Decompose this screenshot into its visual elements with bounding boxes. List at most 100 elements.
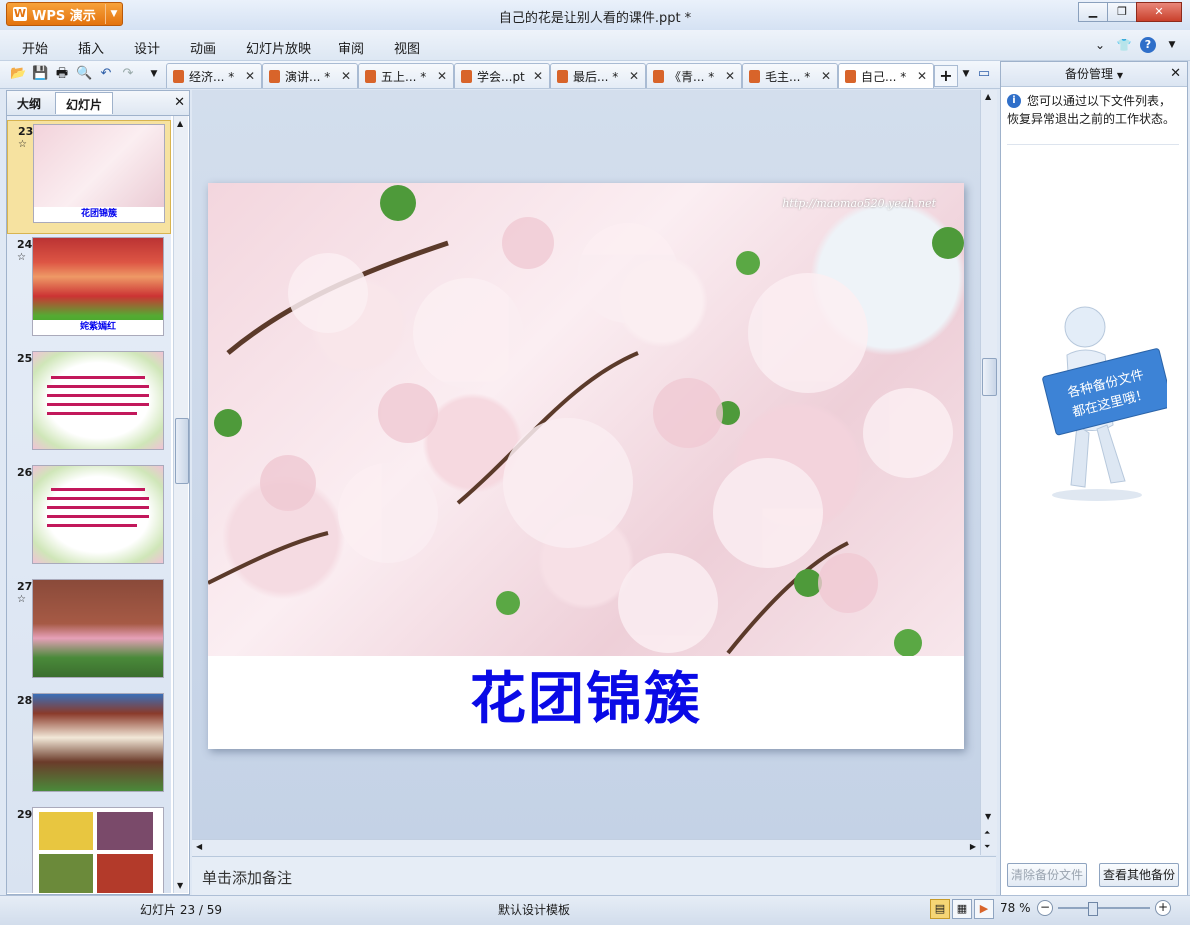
slide-thumbnail[interactable]: 26 (7, 462, 171, 576)
scrollbar-thumb[interactable] (982, 358, 997, 396)
cherry-blossom-photo[interactable]: http://maomao520.yeah.net (208, 183, 964, 656)
blossom-branches-graphic (208, 185, 964, 656)
help-icon[interactable]: ? (1140, 37, 1156, 53)
doc-tab[interactable]: 学会...pt ✕ (454, 63, 550, 88)
slide-sorter-view-icon[interactable]: ▦ (952, 899, 972, 919)
doc-tab[interactable]: 经济... * ✕ (166, 63, 262, 88)
print-preview-icon[interactable]: 🔍 (76, 66, 92, 82)
doc-tab[interactable]: 最后... * ✕ (550, 63, 646, 88)
scroll-up-icon[interactable]: ▲ (177, 119, 183, 128)
slide-title[interactable]: 花团锦簇 (208, 656, 964, 749)
window-controls: ▁ ❐ ✕ (1078, 2, 1182, 22)
previous-slide-icon[interactable]: ⏶ (984, 828, 990, 838)
slide-thumbnail-image (32, 579, 164, 678)
redo-icon[interactable]: ↷ (120, 66, 136, 82)
doc-tab-active[interactable]: 自己... * ✕ (838, 63, 934, 88)
backup-info-text: 您可以通过以下文件列表，恢复异常退出之前的工作状态。 (1007, 94, 1176, 126)
tab-slides[interactable]: 幻灯片 (55, 92, 114, 114)
menu-view[interactable]: 视图 (394, 38, 420, 57)
slideshow-view-icon[interactable]: ▶ (974, 899, 994, 919)
zoom-in-icon[interactable]: + (1155, 900, 1171, 916)
slide-thumbnail[interactable]: 25 (7, 348, 171, 462)
open-folder-icon[interactable]: 📂 (10, 66, 26, 82)
slide-number: 29 (17, 808, 33, 821)
slide-thumbnail-image (32, 693, 164, 792)
notes-pane[interactable]: 单击添加备注 (192, 856, 996, 895)
close-tab-icon[interactable]: ✕ (341, 69, 351, 83)
doc-tab-label: 演讲... * (285, 69, 331, 84)
notes-placeholder[interactable]: 单击添加备注 (202, 867, 292, 888)
close-pane-icon[interactable]: ✕ (1170, 62, 1181, 86)
menu-insert[interactable]: 插入 (78, 38, 104, 57)
close-tab-icon[interactable]: ✕ (629, 69, 639, 83)
backup-pane-title[interactable]: 备份管理 (1065, 67, 1113, 81)
doc-tab-label: 毛主... * (765, 69, 811, 84)
slides-scrollbar[interactable]: ▲ ▼ (173, 116, 189, 893)
tab-outline[interactable]: 大纲 (17, 95, 41, 112)
photo-grid-graphic (39, 812, 153, 893)
doc-tab[interactable]: 《青... * ✕ (646, 63, 742, 88)
task-pane-toggle-icon[interactable]: ▭ (976, 66, 992, 82)
backup-file-list[interactable]: 各种备份文件 都在这里哦！ (1007, 144, 1179, 858)
normal-view-icon[interactable]: ▤ (930, 899, 950, 919)
slide-canvas[interactable]: http://maomao520.yeah.net 花团锦簇 (208, 183, 964, 749)
menu-home[interactable]: 开始 (22, 38, 48, 57)
slide-thumbnail-image (32, 351, 164, 450)
zoom-slider-knob[interactable] (1088, 902, 1099, 916)
slide-thumbnail[interactable]: 27 ☆ (7, 576, 171, 690)
chevron-down-icon[interactable]: ▼ (1117, 71, 1123, 80)
scroll-up-icon[interactable]: ▲ (985, 92, 991, 101)
zoom-out-icon[interactable]: − (1037, 900, 1053, 916)
doc-tab[interactable]: 毛主... * ✕ (742, 63, 838, 88)
doc-tab[interactable]: 五上... * ✕ (358, 63, 454, 88)
tab-list-chevron-icon[interactable]: ▼ (958, 66, 974, 82)
menu-review[interactable]: 审阅 (338, 38, 364, 57)
slide-editor: http://maomao520.yeah.net 花团锦簇 ▲ ▼ ⏶ ⏷ ◀… (192, 90, 997, 856)
menu-animation[interactable]: 动画 (190, 38, 216, 57)
minimize-button[interactable]: ▁ (1078, 2, 1108, 22)
chevron-down-icon[interactable]: ▼ (1164, 37, 1180, 53)
slide-thumbnail[interactable]: 29 (7, 804, 171, 893)
close-tab-icon[interactable]: ✕ (437, 69, 447, 83)
editor-horizontal-scrollbar[interactable]: ◀ ▶ (192, 839, 980, 856)
close-tab-icon[interactable]: ✕ (725, 69, 735, 83)
save-icon[interactable]: 💾 (32, 66, 48, 82)
zoom-slider[interactable] (1058, 902, 1150, 916)
close-tab-icon[interactable]: ✕ (245, 69, 255, 83)
close-tab-icon[interactable]: ✕ (917, 69, 927, 83)
scroll-right-icon[interactable]: ▶ (970, 842, 976, 851)
customize-toolbar-icon[interactable]: ▼ (146, 66, 162, 82)
scroll-down-icon[interactable]: ▼ (177, 881, 183, 890)
view-other-backups-button[interactable]: 查看其他备份 (1099, 863, 1179, 887)
undo-icon[interactable]: ↶ (98, 66, 114, 82)
slide-thumbnail[interactable]: 28 (7, 690, 171, 804)
editor-vertical-scrollbar[interactable]: ▲ ▼ ⏶ ⏷ (980, 90, 997, 855)
new-tab-button[interactable]: + (934, 65, 958, 87)
menu-bar: 开始 插入 设计 动画 幻灯片放映 审阅 视图 ⌄ 👕 ? ▼ (0, 30, 1190, 61)
close-tab-icon[interactable]: ✕ (533, 69, 543, 83)
menu-slideshow[interactable]: 幻灯片放映 (246, 38, 311, 57)
menu-design[interactable]: 设计 (134, 38, 160, 57)
restore-button[interactable]: ❐ (1107, 2, 1137, 22)
scroll-left-icon[interactable]: ◀ (196, 842, 202, 851)
collapse-ribbon-icon[interactable]: ⌄ (1092, 37, 1108, 53)
print-icon[interactable]: 🖶 (54, 66, 70, 82)
ppt-file-icon (173, 69, 184, 83)
slide-thumbnail-caption: 姹紫嫣红 (33, 320, 163, 335)
doc-tab[interactable]: 演讲... * ✕ (262, 63, 358, 88)
ppt-file-icon (365, 69, 376, 83)
scrollbar-thumb[interactable] (175, 418, 189, 484)
close-pane-icon[interactable]: ✕ (174, 95, 185, 110)
clear-backup-button[interactable]: 清除备份文件 (1007, 863, 1087, 887)
skin-shirt-icon[interactable]: 👕 (1116, 37, 1132, 53)
slide-number: 27 (17, 580, 33, 593)
slide-thumbnail[interactable]: 23 ☆ 花团锦簇 (7, 120, 171, 234)
close-window-button[interactable]: ✕ (1136, 2, 1182, 22)
scroll-down-icon[interactable]: ▼ (985, 812, 991, 821)
slide-thumbnail-image: 姹紫嫣红 (32, 237, 164, 336)
slide-thumbnail[interactable]: 24 ☆ 姹紫嫣红 (7, 234, 171, 348)
close-tab-icon[interactable]: ✕ (821, 69, 831, 83)
design-template-label[interactable]: 默认设计模板 (498, 901, 570, 918)
slides-pane: 大纲 幻灯片 ✕ 23 ☆ 花团锦簇 24 ☆ 姹紫嫣红 25 26 27 ☆ … (6, 90, 190, 895)
next-slide-icon[interactable]: ⏷ (984, 842, 990, 852)
